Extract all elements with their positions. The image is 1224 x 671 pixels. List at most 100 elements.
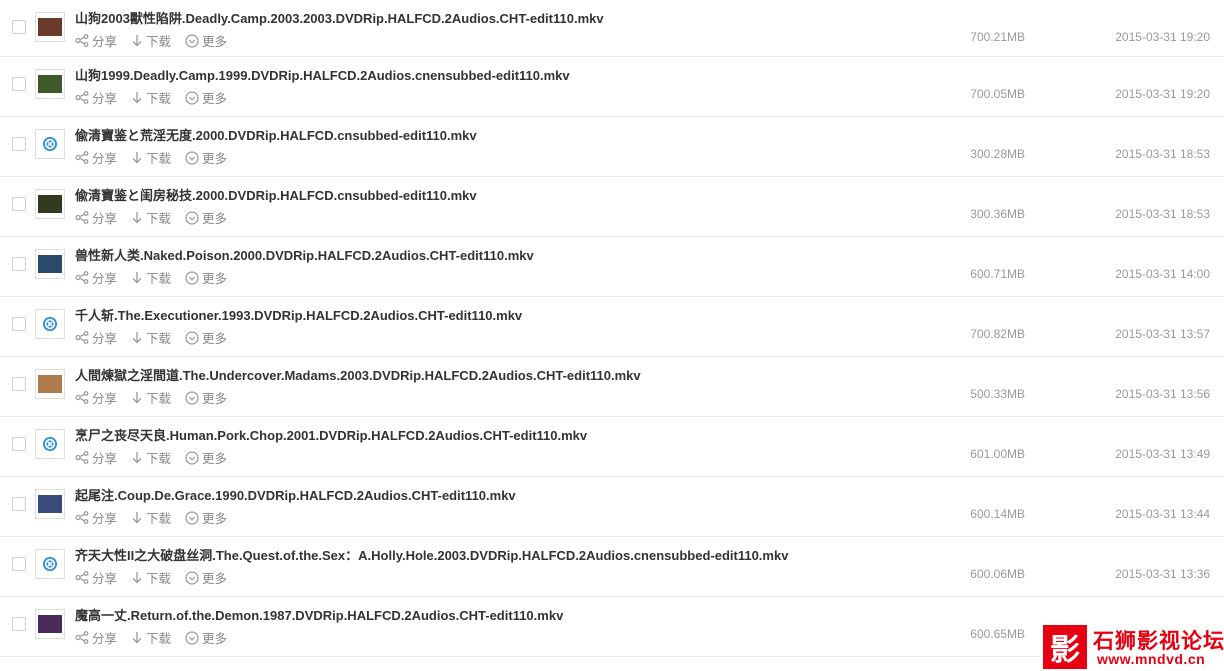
download-action[interactable]: 下载 [131, 388, 171, 407]
video-file-icon[interactable] [35, 129, 65, 159]
share-action[interactable]: 分享 [75, 388, 117, 407]
download-icon [131, 511, 146, 524]
file-actions: 分享 下载 更多 [75, 31, 241, 50]
more-action[interactable]: 更多 [185, 328, 227, 347]
share-action[interactable]: 分享 [75, 328, 117, 347]
file-row[interactable]: 烹尸之丧尽天良.Human.Pork.Chop.2001.DVDRip.HALF… [0, 417, 1224, 477]
more-action[interactable]: 更多 [185, 268, 227, 287]
select-checkbox[interactable] [12, 557, 26, 571]
download-action[interactable]: 下载 [131, 31, 171, 50]
download-icon [131, 271, 146, 284]
file-row[interactable]: 起尾注.Coup.De.Grace.1990.DVDRip.HALFCD.2Au… [0, 477, 1224, 537]
share-action[interactable]: 分享 [75, 448, 117, 467]
more-label: 更多 [202, 35, 228, 49]
select-checkbox[interactable] [12, 77, 26, 91]
file-row[interactable]: 偸清寶鉴と闺房秘技.2000.DVDRip.HALFCD.cnsubbed-ed… [0, 177, 1224, 237]
more-action[interactable]: 更多 [185, 388, 227, 407]
select-checkbox[interactable] [12, 617, 26, 631]
video-thumbnail[interactable] [35, 369, 65, 399]
file-size: 300.36MB [970, 207, 1025, 221]
file-date: 2015-03-31 13:44 [1115, 507, 1210, 521]
share-icon [75, 331, 92, 344]
share-icon [75, 91, 92, 104]
select-checkbox[interactable] [12, 317, 26, 331]
download-action[interactable]: 下载 [131, 448, 171, 467]
share-action[interactable]: 分享 [75, 268, 117, 287]
file-row[interactable]: 山狗1999.Deadly.Camp.1999.DVDRip.HALFCD.2A… [0, 57, 1224, 117]
file-actions: 分享 下载 更多 [75, 148, 241, 167]
file-name[interactable]: 山狗2003獸性陷阱.Deadly.Camp.2003.2003.DVDRip.… [75, 8, 604, 27]
file-row[interactable]: 兽性新人类.Naked.Poison.2000.DVDRip.HALFCD.2A… [0, 237, 1224, 297]
video-file-icon[interactable] [35, 549, 65, 579]
select-checkbox[interactable] [12, 437, 26, 451]
more-action[interactable]: 更多 [185, 628, 227, 647]
file-date: 2015-03-31 13:56 [1115, 387, 1210, 401]
video-thumbnail[interactable] [35, 69, 65, 99]
video-thumbnail[interactable] [35, 249, 65, 279]
file-date: 2015-03-31 18:53 [1115, 207, 1210, 221]
more-action[interactable]: 更多 [185, 568, 227, 587]
download-action[interactable]: 下载 [131, 568, 171, 587]
select-checkbox[interactable] [12, 197, 26, 211]
share-action[interactable]: 分享 [75, 628, 117, 647]
download-action[interactable]: 下载 [131, 88, 171, 107]
download-action[interactable]: 下载 [131, 628, 171, 647]
file-actions: 分享 下载 更多 [75, 328, 241, 347]
download-action[interactable]: 下载 [131, 148, 171, 167]
download-icon [131, 631, 146, 644]
file-name[interactable]: 烹尸之丧尽天良.Human.Pork.Chop.2001.DVDRip.HALF… [75, 425, 587, 444]
video-thumbnail[interactable] [35, 12, 65, 42]
share-action[interactable]: 分享 [75, 31, 117, 50]
download-action[interactable]: 下载 [131, 208, 171, 227]
share-icon [75, 151, 92, 164]
select-checkbox[interactable] [12, 257, 26, 271]
video-file-icon[interactable] [35, 429, 65, 459]
select-checkbox[interactable] [12, 497, 26, 511]
more-label: 更多 [202, 92, 228, 106]
download-label: 下载 [146, 392, 172, 406]
chevron-down-icon [185, 390, 202, 405]
share-action[interactable]: 分享 [75, 208, 117, 227]
file-actions: 分享 下载 更多 [75, 508, 241, 527]
watermark: 影 石狮影视论坛 www.mndvd.cn [1041, 623, 1224, 671]
more-action[interactable]: 更多 [185, 508, 227, 527]
download-action[interactable]: 下载 [131, 328, 171, 347]
file-name[interactable]: 偸清寶鉴と荒淫无度.2000.DVDRip.HALFCD.cnsubbed-ed… [75, 125, 477, 144]
file-name[interactable]: 魔高一丈.Return.of.the.Demon.1987.DVDRip.HAL… [75, 605, 563, 624]
more-action[interactable]: 更多 [185, 148, 227, 167]
download-label: 下载 [146, 632, 172, 646]
file-name[interactable]: 千人斩.The.Executioner.1993.DVDRip.HALFCD.2… [75, 305, 522, 324]
more-action[interactable]: 更多 [185, 208, 227, 227]
more-action[interactable]: 更多 [185, 448, 227, 467]
file-name[interactable]: 兽性新人类.Naked.Poison.2000.DVDRip.HALFCD.2A… [75, 245, 534, 264]
file-name[interactable]: 山狗1999.Deadly.Camp.1999.DVDRip.HALFCD.2A… [75, 65, 570, 84]
select-checkbox[interactable] [12, 20, 26, 34]
video-thumbnail[interactable] [35, 189, 65, 219]
share-action[interactable]: 分享 [75, 508, 117, 527]
more-action[interactable]: 更多 [185, 31, 227, 50]
download-label: 下载 [146, 452, 172, 466]
more-action[interactable]: 更多 [185, 88, 227, 107]
share-action[interactable]: 分享 [75, 568, 117, 587]
file-row[interactable]: 偸清寶鉴と荒淫无度.2000.DVDRip.HALFCD.cnsubbed-ed… [0, 117, 1224, 177]
select-checkbox[interactable] [12, 377, 26, 391]
download-icon [131, 91, 146, 104]
file-row[interactable]: 山狗2003獸性陷阱.Deadly.Camp.2003.2003.DVDRip.… [0, 0, 1224, 57]
share-action[interactable]: 分享 [75, 148, 117, 167]
select-checkbox[interactable] [12, 137, 26, 151]
download-action[interactable]: 下载 [131, 268, 171, 287]
download-icon [131, 331, 146, 344]
share-action[interactable]: 分享 [75, 88, 117, 107]
file-row[interactable]: 人間煉獄之淫間道.The.Undercover.Madams.2003.DVDR… [0, 357, 1224, 417]
video-file-icon[interactable] [35, 309, 65, 339]
file-row[interactable]: 齐天大性II之大破盘丝洞.The.Quest.of.the.Sex：A.Holl… [0, 537, 1224, 597]
download-action[interactable]: 下载 [131, 508, 171, 527]
video-thumbnail[interactable] [35, 609, 65, 639]
file-list: 山狗2003獸性陷阱.Deadly.Camp.2003.2003.DVDRip.… [0, 0, 1224, 657]
file-name[interactable]: 齐天大性II之大破盘丝洞.The.Quest.of.the.Sex：A.Holl… [75, 545, 788, 564]
file-row[interactable]: 千人斩.The.Executioner.1993.DVDRip.HALFCD.2… [0, 297, 1224, 357]
file-name[interactable]: 起尾注.Coup.De.Grace.1990.DVDRip.HALFCD.2Au… [75, 485, 516, 504]
video-thumbnail[interactable] [35, 489, 65, 519]
file-name[interactable]: 人間煉獄之淫間道.The.Undercover.Madams.2003.DVDR… [75, 365, 641, 384]
file-name[interactable]: 偸清寶鉴と闺房秘技.2000.DVDRip.HALFCD.cnsubbed-ed… [75, 185, 477, 204]
